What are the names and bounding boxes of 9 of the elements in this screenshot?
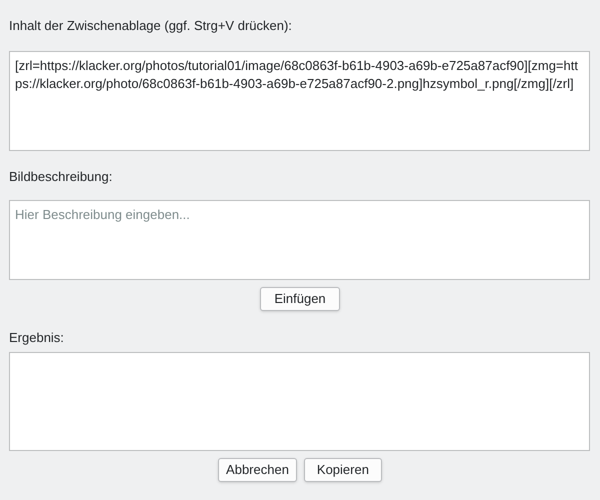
- dialog-button[interactable]: Kopieren: [304, 458, 382, 482]
- result-text-area[interactable]: [9, 352, 590, 451]
- field-label: Bildbeschreibung:: [9, 168, 114, 185]
- field-label: Ergebnis:: [9, 329, 65, 346]
- clipboard-text-area[interactable]: [zrl=https://klacker.org/photos/tutorial01/image/68c0863f-b61b-4903-a69b-e725a87acf90][zmg=https://klacker.org/photo/68c0863f-b61b-4903-a69b-e725a87acf90-2.png]hzsymbol_r.png[/zmg][/zrl]: [9, 51, 590, 151]
- dialog-button[interactable]: Abbrechen: [218, 458, 297, 482]
- description-text-area[interactable]: Hier Beschreibung eingeben...: [9, 200, 590, 280]
- field-label: Inhalt der Zwischenablage (ggf. Strg+V drücken):: [9, 17, 293, 34]
- insert-button[interactable]: Einfügen: [260, 287, 340, 311]
